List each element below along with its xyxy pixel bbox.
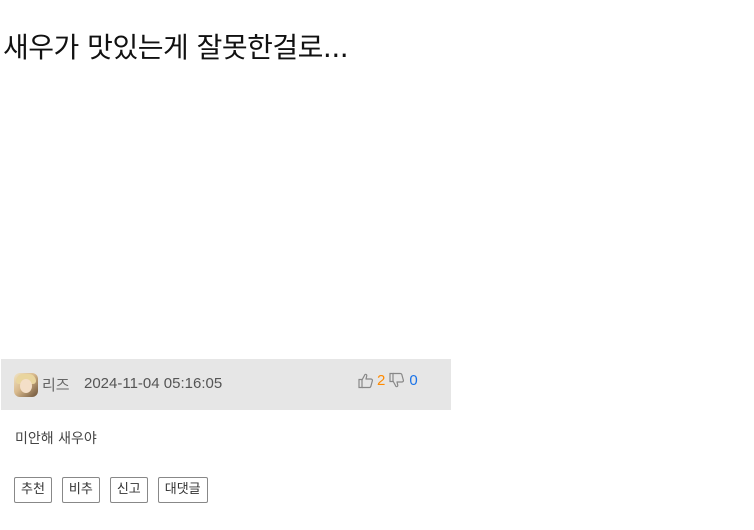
upvote-count: 2 [377, 372, 386, 389]
avatar[interactable] [14, 373, 38, 397]
comment-author[interactable]: 리즈 [42, 374, 70, 395]
post-title: 새우가 맛있는게 잘못한걸로... [3, 31, 349, 64]
comment-header: 리즈 2024-11-04 05:16:05 2 0 [1, 359, 451, 410]
downvote-count: 0 [409, 372, 418, 389]
thumbs-up-icon[interactable] [357, 372, 374, 389]
thumbs-down-icon[interactable] [388, 372, 405, 389]
comment-datetime: 2024-11-04 05:16:05 [84, 375, 223, 392]
not-recommend-button[interactable]: 비추 [61, 477, 100, 503]
comment: 리즈 2024-11-04 05:16:05 2 0 미안해 새우야 [1, 359, 451, 460]
report-button[interactable]: 신고 [109, 477, 148, 503]
vote-counts: 2 0 [357, 372, 418, 389]
recommend-button[interactable]: 추천 [14, 477, 52, 503]
reply-button[interactable]: 대댓글 [157, 477, 208, 503]
comment-text: 미안해 새우야 [15, 431, 97, 447]
comment-actions: 추천 비추 신고 대댓글 [14, 477, 218, 503]
